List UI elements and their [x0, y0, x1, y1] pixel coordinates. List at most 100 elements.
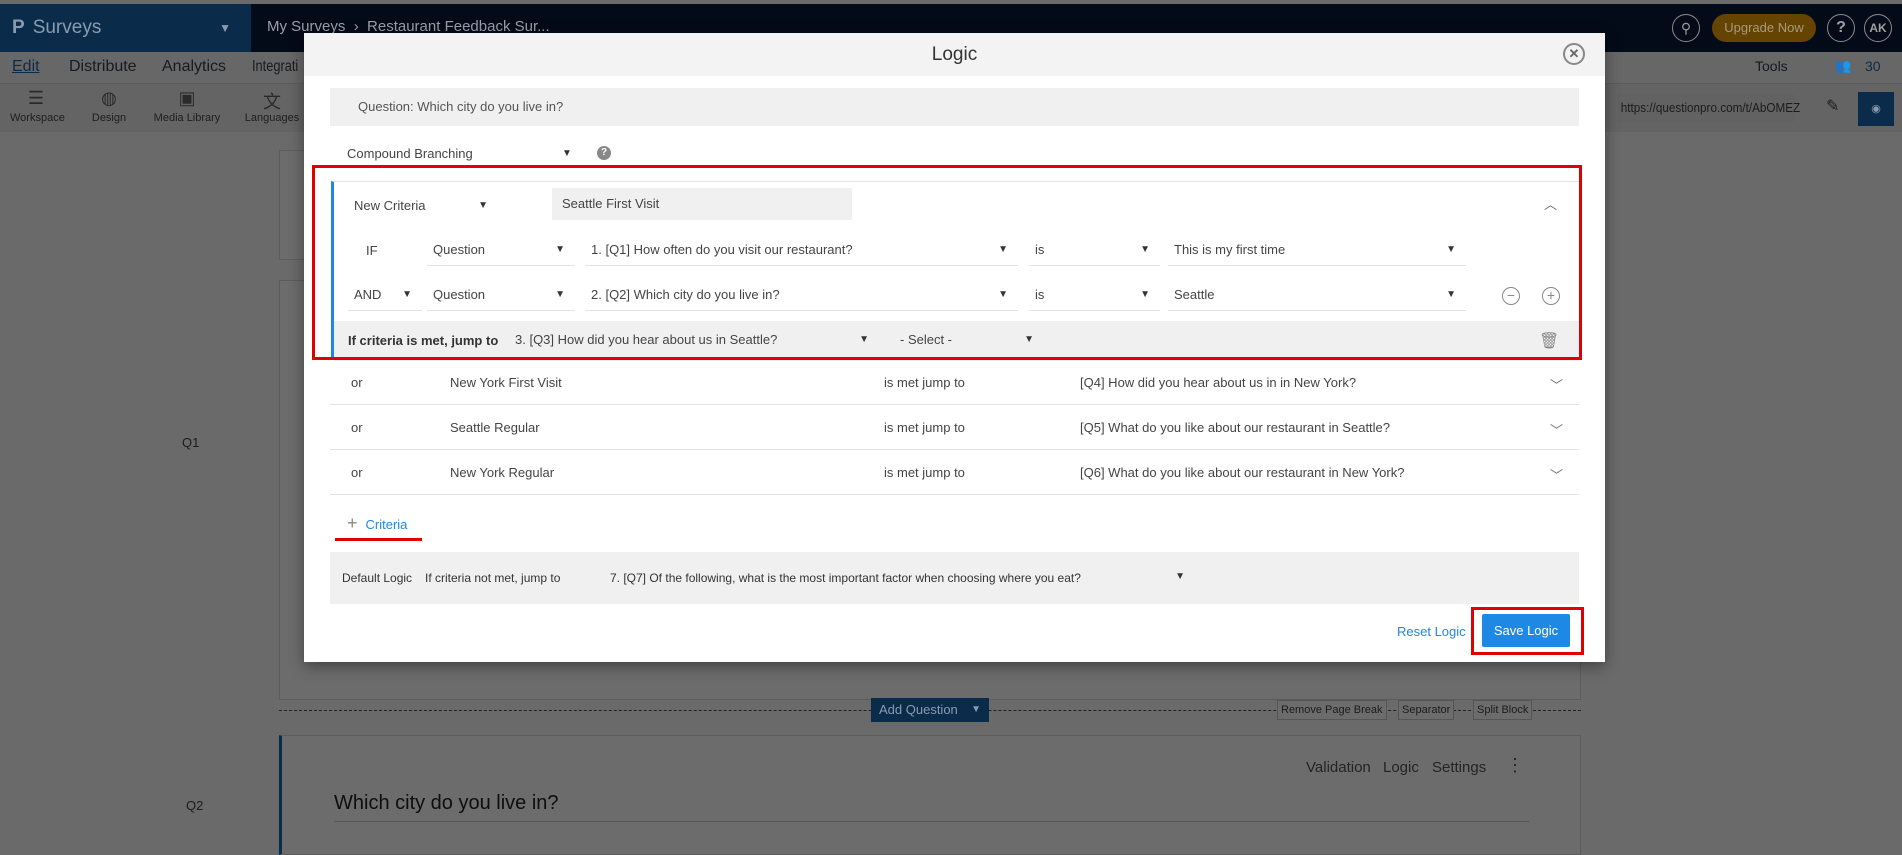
criteria-type-select[interactable]: New Criteria ▼: [348, 192, 498, 222]
highlight-underline: [335, 538, 422, 541]
criteria-type-label: New Criteria: [354, 198, 426, 213]
default-target-select[interactable]: 7. [Q7] Of the following, what is the mo…: [610, 571, 1185, 585]
modal-title: Logic: [304, 33, 1605, 76]
chevron-down-icon[interactable]: ﹀: [1550, 420, 1563, 439]
help-icon[interactable]: ?: [597, 146, 611, 160]
default-logic-label: Default Logic: [342, 571, 413, 585]
condition-value-select[interactable]: Seattle ▼: [1168, 281, 1466, 311]
caret-down-icon: ▼: [1446, 244, 1456, 255]
operator-label: is: [1035, 287, 1045, 302]
tools-menu[interactable]: Tools: [1755, 58, 1788, 74]
save-logic-button[interactable]: Save Logic: [1482, 614, 1570, 647]
edit-pencil-icon[interactable]: ✎: [1826, 96, 1839, 116]
chevron-down-icon[interactable]: ﹀: [1550, 375, 1563, 394]
media-library-tool[interactable]: ▣ Media Library: [152, 88, 222, 124]
add-condition-icon[interactable]: +: [1542, 287, 1560, 305]
condition-value-select[interactable]: This is my first time ▼: [1168, 236, 1466, 266]
criteria-met: is met jump to: [884, 420, 965, 435]
add-question-button[interactable]: Add Question ▼: [871, 698, 989, 722]
remove-condition-icon[interactable]: −: [1502, 287, 1520, 305]
logic-link[interactable]: Logic: [1383, 759, 1419, 776]
default-logic-text: If criteria not met, jump to: [425, 571, 561, 585]
caret-down-icon: ▼: [998, 289, 1008, 300]
if-label: IF: [366, 243, 378, 258]
users-icon: 👥: [1835, 58, 1852, 73]
default-target-label: 7. [Q7] Of the following, what is the mo…: [610, 571, 1081, 585]
criteria-name-input[interactable]: Seattle First Visit: [552, 188, 852, 220]
connector-label: AND: [354, 287, 382, 302]
logo-icon: P: [12, 17, 25, 38]
condition-operator-select[interactable]: is ▼: [1029, 236, 1160, 266]
languages-tool[interactable]: 文 Languages: [244, 88, 300, 124]
jump-secondary-select[interactable]: - Select - ▼: [894, 326, 1044, 356]
chevron-down-icon[interactable]: ▼: [971, 698, 981, 722]
caret-down-icon: ▼: [555, 244, 565, 255]
nav-edit[interactable]: Edit: [12, 58, 40, 76]
criteria-met: is met jump to: [884, 465, 965, 480]
condition-source-select[interactable]: Question ▼: [427, 236, 575, 266]
criteria-row[interactable]: or New York First Visit is met jump to [Q4]…: [330, 360, 1579, 405]
caret-down-icon: ▼: [1140, 289, 1150, 300]
workspace-tool[interactable]: ☰ Workspace: [10, 88, 65, 124]
image-icon: ▣: [178, 88, 196, 108]
criteria-target: [Q5] What do you like about our restaura…: [1080, 420, 1391, 435]
split-block-button[interactable]: Split Block: [1473, 700, 1533, 720]
brand-label: Surveys: [32, 17, 102, 38]
upgrade-button[interactable]: Upgrade Now: [1712, 14, 1816, 42]
avatar[interactable]: AK: [1864, 14, 1892, 42]
caret-down-icon: ▼: [1140, 244, 1150, 255]
source-label: Question: [433, 242, 486, 257]
jump-target-select[interactable]: 3. [Q3] How did you hear about us in Sea…: [509, 326, 879, 356]
caret-down-icon: ▼: [402, 289, 412, 300]
caret-down-icon: ▼: [1024, 334, 1034, 345]
more-vertical-icon[interactable]: ⋮: [1506, 755, 1524, 776]
search-icon[interactable]: ⚲: [1672, 14, 1700, 42]
validation-link[interactable]: Validation: [1306, 759, 1371, 776]
nav-integrations[interactable]: Integrati: [252, 58, 298, 76]
value-label: Seattle: [1174, 287, 1215, 302]
criteria-row[interactable]: or New York Regular is met jump to [Q6] Wha…: [330, 450, 1579, 495]
brand-switcher[interactable]: P Surveys ▼: [0, 4, 251, 52]
logic-type-select[interactable]: Compound Branching ▼: [347, 146, 572, 161]
connector-select[interactable]: AND ▼: [348, 281, 422, 311]
add-question-label: Add Question: [879, 702, 958, 717]
survey-url[interactable]: https://questionpro.com/t/AbOMEZ: [1618, 94, 1800, 122]
settings-link[interactable]: Settings: [1432, 759, 1486, 776]
source-label: Question: [433, 287, 486, 302]
nav-distribute[interactable]: Distribute: [69, 58, 137, 76]
logic-type-label: Compound Branching: [347, 146, 473, 161]
condition-source-select[interactable]: Question ▼: [427, 281, 575, 311]
jump-label: If criteria is met, jump to: [348, 333, 499, 348]
criteria-target: [Q4] How did you hear about us in in New…: [1080, 375, 1357, 390]
separator-button[interactable]: Separator: [1398, 700, 1455, 720]
reset-logic-link[interactable]: Reset Logic: [1397, 624, 1466, 639]
close-icon[interactable]: ✕: [1563, 43, 1585, 65]
languages-label: Languages: [244, 112, 300, 124]
condition-question-select[interactable]: 1. [Q1] How often do you visit our resta…: [585, 236, 1018, 266]
user-count: 30: [1865, 58, 1881, 74]
nav-analytics[interactable]: Analytics: [162, 58, 226, 76]
criteria-name: New York First Visit: [450, 375, 562, 390]
caret-down-icon: ▼: [478, 200, 488, 211]
criteria-connector: or: [351, 420, 363, 435]
jump-target-label: 3. [Q3] How did you hear about us in Sea…: [515, 332, 778, 347]
design-label: Design: [91, 112, 127, 124]
criteria-target: [Q6] What do you like about our restaura…: [1080, 465, 1405, 480]
value-label: This is my first time: [1174, 242, 1286, 257]
condition-question-select[interactable]: 2. [Q2] Which city do you live in? ▼: [585, 281, 1018, 311]
plus-icon: +: [347, 513, 358, 533]
add-criteria-button[interactable]: + Criteria: [347, 513, 407, 534]
condition-operator-select[interactable]: is ▼: [1029, 281, 1160, 311]
chevron-down-icon[interactable]: ﹀: [1550, 465, 1563, 484]
caret-down-icon: ▼: [1175, 571, 1185, 582]
criteria-row[interactable]: or Seattle Regular is met jump to [Q5] What…: [330, 405, 1579, 450]
trash-icon[interactable]: 🗑: [1539, 331, 1559, 351]
chevron-up-icon[interactable]: ︿: [1544, 194, 1557, 213]
help-icon[interactable]: ?: [1827, 14, 1855, 42]
design-tool[interactable]: ◍ Design: [84, 88, 134, 124]
jump-row: If criteria is met, jump to 3. [Q3] How …: [334, 321, 1579, 361]
caret-down-icon: ▼: [859, 334, 869, 345]
preview-eye-icon[interactable]: ◉: [1858, 92, 1894, 126]
remove-page-break-button[interactable]: Remove Page Break: [1277, 700, 1387, 720]
operator-label: is: [1035, 242, 1045, 257]
